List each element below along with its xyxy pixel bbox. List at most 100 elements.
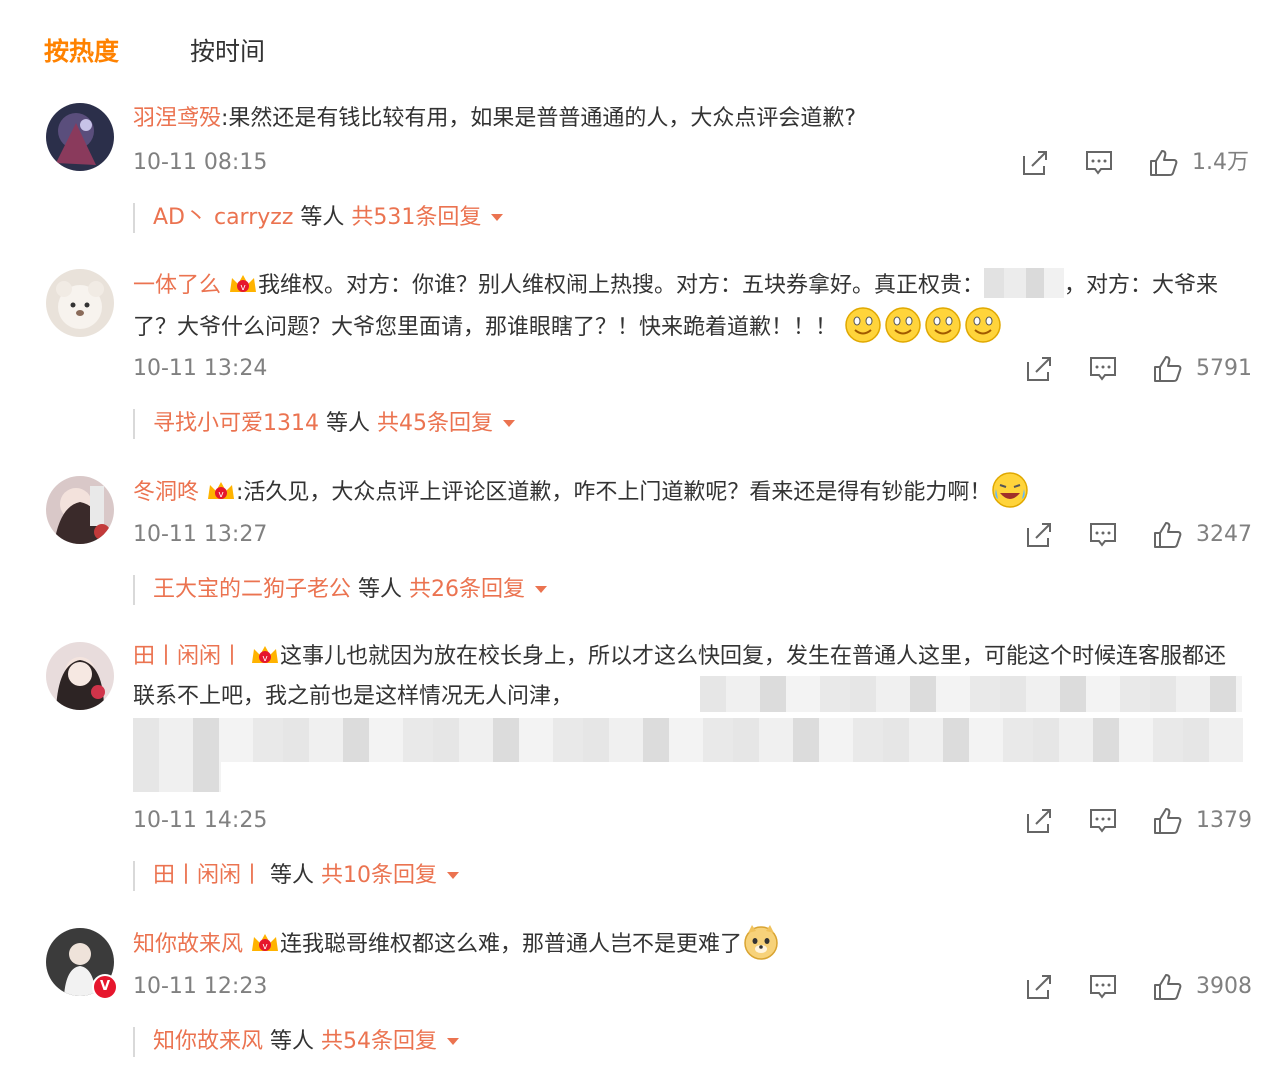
avatar[interactable] <box>46 476 114 544</box>
comment-button[interactable] <box>1088 520 1122 550</box>
reply-total[interactable]: 共54条回复 <box>321 1029 437 1054</box>
comment-actions: 1.4万 <box>1020 148 1249 178</box>
like-button[interactable]: 5791 <box>1152 354 1252 384</box>
smile-emoji-icon <box>965 307 1001 343</box>
comment-time: 10-11 14:25 <box>133 808 268 833</box>
smile-emoji-icon <box>885 307 921 343</box>
comment-body: :活久见，大众点评上评论区道歉，咋不上门道歉呢？看来还是得有钞能力啊！ <box>236 480 992 505</box>
thumbs-up-icon <box>1150 150 1178 176</box>
crown-badge-icon: v <box>252 646 279 664</box>
like-button[interactable]: 1.4万 <box>1148 148 1249 178</box>
avatar[interactable] <box>46 103 114 171</box>
emoji-row <box>844 307 1004 343</box>
reply-users[interactable]: 知你故来风 <box>153 1029 263 1054</box>
reply-others-label: 等人 <box>263 863 322 888</box>
share-button[interactable] <box>1020 148 1054 178</box>
thumbs-up-icon <box>1154 974 1182 1000</box>
comment-text: 羽涅鸢殁:果然还是有钱比较有用，如果是普普通通的人，大众点评会道歉? <box>133 99 1246 139</box>
comment-icon <box>1090 357 1116 381</box>
verified-badge-icon: V <box>92 974 118 1000</box>
comment-icon <box>1090 975 1116 999</box>
reply-others-label: 等人 <box>293 205 352 230</box>
chevron-down-icon[interactable] <box>503 420 515 427</box>
like-button[interactable]: 3247 <box>1152 520 1252 550</box>
svg-text:v: v <box>262 942 268 952</box>
thumbs-up-icon <box>1154 356 1182 382</box>
crown-badge-icon: v <box>230 275 257 293</box>
reply-summary[interactable]: 寻找小可爱1314 等人 共45条回复 <box>133 409 515 439</box>
svg-text:v: v <box>262 654 268 664</box>
reply-total[interactable]: 共10条回复 <box>321 863 437 888</box>
share-button[interactable] <box>1024 806 1058 836</box>
like-button[interactable]: 1379 <box>1152 806 1252 836</box>
avatar[interactable] <box>46 642 114 710</box>
avatar[interactable] <box>46 269 114 337</box>
comment-button[interactable] <box>1088 806 1122 836</box>
like-count: 5791 <box>1196 356 1252 381</box>
reply-summary[interactable]: 知你故来风 等人 共54条回复 <box>133 1027 460 1057</box>
smile-emoji-icon <box>845 307 881 343</box>
share-icon <box>1027 809 1051 833</box>
share-icon <box>1027 975 1051 999</box>
reply-users[interactable]: AD丶 carryzz <box>153 205 293 230</box>
comment-actions: 1379 <box>1024 806 1252 836</box>
comment-icon <box>1086 151 1112 175</box>
comment-body: 连我聪哥维权都这么难，那普通人岂不是更难了 <box>280 932 743 957</box>
reply-summary[interactable]: 王大宝的二狗子老公 等人 共26条回复 <box>133 575 548 605</box>
crown-badge-icon: v <box>208 482 235 500</box>
username[interactable]: 知你故来风 <box>133 932 243 957</box>
chevron-down-icon[interactable] <box>535 586 548 593</box>
chevron-down-icon[interactable] <box>447 1038 460 1045</box>
like-count: 1.4万 <box>1192 150 1249 175</box>
like-button[interactable]: 3908 <box>1152 972 1252 1002</box>
smile-emoji-icon <box>925 307 961 343</box>
svg-text:v: v <box>218 490 224 500</box>
username[interactable]: 田丨闲闲丨 <box>133 644 243 669</box>
blurred-text <box>700 676 1242 712</box>
comment-actions: 3908 <box>1024 972 1252 1002</box>
blurred-text <box>133 718 1243 762</box>
comment-actions: 5791 <box>1024 354 1252 384</box>
comment-text: 知你故来风 v 连我聪哥维权都这么难，那普通人岂不是更难了 <box>133 923 1246 965</box>
comment-time: 10-11 08:15 <box>133 150 268 175</box>
comment-button[interactable] <box>1084 148 1118 178</box>
reply-summary[interactable]: 田丨闲闲丨 等人 共10条回复 <box>133 861 460 891</box>
reply-others-label: 等人 <box>263 1029 322 1054</box>
doge-emoji-icon <box>744 925 778 960</box>
share-icon <box>1027 523 1051 547</box>
reply-total[interactable]: 共531条回复 <box>351 205 481 230</box>
crown-badge-icon: v <box>252 934 279 952</box>
share-button[interactable] <box>1024 520 1058 550</box>
share-button[interactable] <box>1024 972 1058 1002</box>
tab-by-popularity[interactable]: 按热度 <box>44 34 119 70</box>
thumbs-up-icon <box>1154 808 1182 834</box>
like-count: 3908 <box>1196 974 1252 999</box>
share-icon <box>1023 151 1047 175</box>
comment-icon <box>1090 809 1116 833</box>
comment-actions: 3247 <box>1024 520 1252 550</box>
share-button[interactable] <box>1024 354 1058 384</box>
chevron-down-icon[interactable] <box>491 214 504 221</box>
username[interactable]: 冬洞咚 <box>133 480 199 505</box>
chevron-down-icon[interactable] <box>447 872 460 879</box>
comment-text: 冬洞咚 v :活久见，大众点评上评论区道歉，咋不上门道歉呢？看来还是得有钞能力啊！ <box>133 471 1246 513</box>
reply-summary[interactable]: AD丶 carryzz 等人 共531条回复 <box>133 203 504 233</box>
reply-users[interactable]: 寻找小可爱1314 <box>153 411 319 436</box>
reply-users[interactable]: 田丨闲闲丨 <box>153 863 263 888</box>
tab-by-time[interactable]: 按时间 <box>190 34 265 70</box>
comment-icon <box>1090 523 1116 547</box>
comment-list-page: 按热度 按时间 羽涅鸢殁:果然还是有钱比较有用，如果是普普通通的人，大众点评会道… <box>0 0 1286 1082</box>
username[interactable]: 一体了么 <box>133 273 221 298</box>
reply-total[interactable]: 共26条回复 <box>409 577 525 602</box>
like-count: 3247 <box>1196 522 1252 547</box>
reply-others-label: 等人 <box>351 577 410 602</box>
laugh-cry-emoji-icon <box>992 472 1029 508</box>
reply-total[interactable]: 共45条回复 <box>377 411 493 436</box>
thumbs-up-icon <box>1154 522 1182 548</box>
comment-button[interactable] <box>1088 972 1122 1002</box>
blurred-text <box>133 762 221 792</box>
username[interactable]: 羽涅鸢殁 <box>133 106 221 131</box>
comment-button[interactable] <box>1088 354 1122 384</box>
reply-users[interactable]: 王大宝的二狗子老公 <box>153 577 351 602</box>
comment-text: 一体了么 v 我维权。对方：你谁？别人维权闹上热搜。对方：五块券拿好。真正权贵：，… <box>133 266 1246 348</box>
